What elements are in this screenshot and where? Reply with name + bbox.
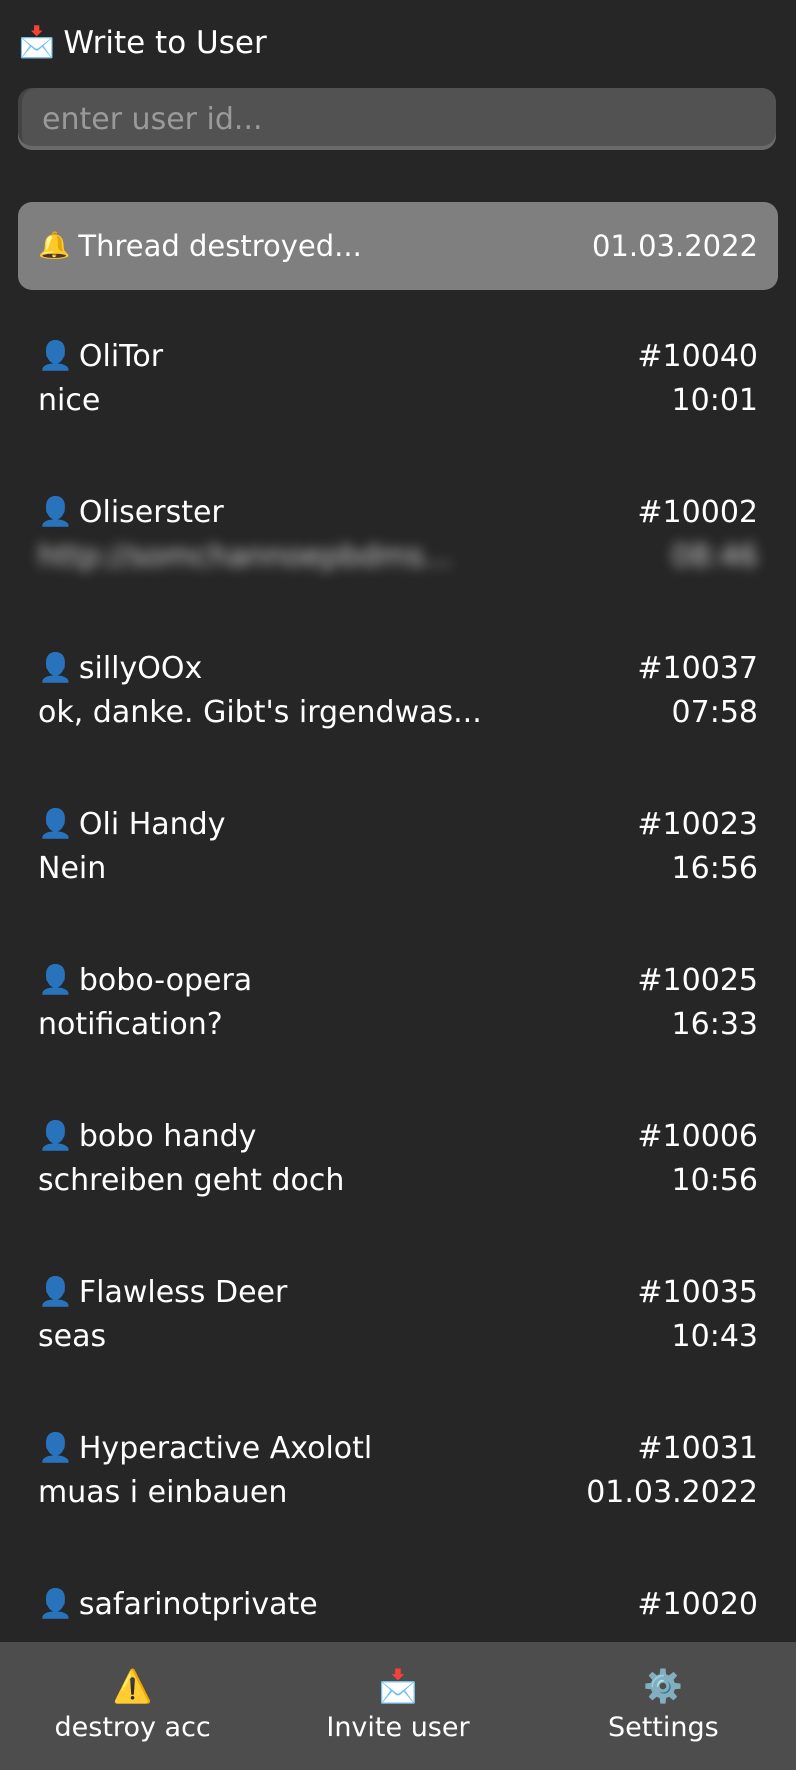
thread-row-top: 👤 OliTor #10040: [38, 320, 758, 378]
destroy-acc-label: destroy acc: [54, 1711, 211, 1743]
thread-last-message: muas i einbauen: [38, 1474, 288, 1510]
incoming-envelope-icon: 📩: [378, 1666, 418, 1705]
thread-name-wrap: 👤 bobo-opera: [38, 963, 252, 998]
thread-row-top: 👤 bobo-opera #10025: [38, 944, 758, 1002]
thread-time: 10:43: [671, 1318, 758, 1354]
thread-username: safarinotprivate: [78, 1586, 318, 1622]
thread-name-wrap: 👤 Oliserster: [38, 495, 224, 530]
thread-username: bobo handy: [78, 1118, 257, 1154]
user-icon: 👤: [38, 339, 73, 372]
invite-user-button[interactable]: 📩 Invite user: [278, 1670, 518, 1743]
page-title: Write to User: [63, 25, 267, 61]
thread-time: 10:01: [671, 382, 758, 418]
thread-last-message: schreiben geht doch: [38, 1162, 345, 1198]
thread-last-message: ok, danke. Gibt's irgendwas...: [38, 694, 482, 730]
write-to-user-header[interactable]: 📩 Write to User: [18, 20, 267, 66]
thread-item[interactable]: 👤 OliTor #10040 nice 10:01: [0, 320, 796, 476]
thread-user-id: #10002: [637, 494, 758, 530]
thread-last-message: Nein: [38, 850, 107, 886]
thread-name-wrap: 👤 safarinotprivate: [38, 1587, 318, 1622]
thread-last-message: nice: [38, 382, 101, 418]
thread-row-top: 👤 Oli Handy #10023: [38, 788, 758, 846]
notice-date: 01.03.2022: [591, 229, 758, 263]
user-icon: 👤: [38, 807, 73, 840]
notice-text: Thread destroyed...: [78, 229, 362, 263]
thread-row-bottom: seas 10:43: [38, 1314, 758, 1358]
bell-icon: 🔔: [38, 231, 71, 261]
user-icon: 👤: [38, 1119, 73, 1152]
thread-time: 08:46: [671, 538, 758, 574]
user-id-input[interactable]: [18, 88, 776, 150]
thread-name-wrap: 👤 Oli Handy: [38, 807, 225, 842]
thread-time: 16:56: [671, 850, 758, 886]
thread-username: Hyperactive Axolotl: [78, 1430, 373, 1466]
thread-row-top: 👤 sillyOOx #10037: [38, 632, 758, 690]
thread-user-id: #10025: [637, 962, 758, 998]
thread-list: 👤 OliTor #10040 nice 10:01 👤 Oliserster …: [0, 320, 796, 1724]
thread-item[interactable]: 👤 bobo handy #10006 schreiben geht doch …: [0, 1100, 796, 1256]
user-icon: 👤: [38, 495, 73, 528]
thread-time: 01.03.2022: [586, 1474, 758, 1510]
settings-button[interactable]: ⚙️ Settings: [543, 1670, 783, 1743]
thread-row-top: 👤 Oliserster #10002: [38, 476, 758, 534]
thread-last-message: notification?: [38, 1006, 223, 1042]
thread-row-top: 👤 Flawless Deer #10035: [38, 1256, 758, 1314]
thread-time: 07:58: [671, 694, 758, 730]
thread-name-wrap: 👤 Flawless Deer: [38, 1275, 287, 1310]
thread-time: 16:33: [671, 1006, 758, 1042]
notice-left: 🔔 Thread destroyed...: [38, 229, 362, 263]
thread-row-bottom: muas i einbauen 01.03.2022: [38, 1470, 758, 1514]
thread-user-id: #10020: [637, 1586, 758, 1622]
thread-destroyed-notice[interactable]: 🔔 Thread destroyed... 01.03.2022: [18, 202, 778, 290]
thread-username: OliTor: [78, 338, 164, 374]
thread-name-wrap: 👤 sillyOOx: [38, 651, 202, 686]
thread-item[interactable]: 👤 sillyOOx #10037 ok, danke. Gibt's irge…: [0, 632, 796, 788]
user-icon: 👤: [38, 1587, 73, 1620]
thread-username: sillyOOx: [78, 650, 203, 686]
user-icon: 👤: [38, 651, 73, 684]
thread-item[interactable]: 👤 Flawless Deer #10035 seas 10:43: [0, 1256, 796, 1412]
thread-item[interactable]: 👤 Hyperactive Axolotl #10031 muas i einb…: [0, 1412, 796, 1568]
thread-name-wrap: 👤 Hyperactive Axolotl: [38, 1431, 372, 1466]
thread-row-bottom: notification? 16:33: [38, 1002, 758, 1046]
thread-username: Flawless Deer: [78, 1274, 288, 1310]
thread-user-id: #10037: [637, 650, 758, 686]
thread-name-wrap: 👤 bobo handy: [38, 1119, 256, 1154]
thread-user-id: #10006: [637, 1118, 758, 1154]
thread-row-bottom: Nein 16:56: [38, 846, 758, 890]
thread-user-id: #10031: [637, 1430, 758, 1466]
bottom-nav: ⚠️ destroy acc 📩 Invite user ⚙️ Settings: [0, 1642, 796, 1770]
thread-row-bottom: ok, danke. Gibt's irgendwas... 07:58: [38, 690, 758, 734]
search-container: [18, 88, 776, 150]
thread-item[interactable]: 👤 Oliserster #10002 http://somchannoepbd…: [0, 476, 796, 632]
thread-row-top: 👤 bobo handy #10006: [38, 1100, 758, 1158]
thread-name-wrap: 👤 OliTor: [38, 339, 163, 374]
user-icon: 👤: [38, 963, 73, 996]
thread-row-bottom: nice 10:01: [38, 378, 758, 422]
thread-last-message: seas: [38, 1318, 107, 1354]
thread-item[interactable]: 👤 Oli Handy #10023 Nein 16:56: [0, 788, 796, 944]
thread-row-top: 👤 Hyperactive Axolotl #10031: [38, 1412, 758, 1470]
thread-username: bobo-opera: [78, 962, 253, 998]
thread-user-id: #10023: [637, 806, 758, 842]
user-icon: 👤: [38, 1431, 73, 1464]
thread-item[interactable]: 👤 bobo-opera #10025 notification? 16:33: [0, 944, 796, 1100]
gear-icon: ⚙️: [643, 1666, 684, 1705]
thread-row-bottom: schreiben geht doch 10:56: [38, 1158, 758, 1202]
warning-icon: ⚠️: [112, 1666, 153, 1705]
destroy-acc-button[interactable]: ⚠️ destroy acc: [13, 1670, 253, 1743]
thread-username: Oliserster: [78, 494, 224, 530]
thread-user-id: #10035: [637, 1274, 758, 1310]
thread-last-message: http://somchannoepbdms...: [38, 538, 453, 574]
settings-label: Settings: [607, 1711, 719, 1743]
app-root: 📩 Write to User 🔔 Thread destroyed... 01…: [0, 0, 796, 1770]
thread-row-bottom: http://somchannoepbdms... 08:46: [38, 534, 758, 578]
thread-row-top: 👤 safarinotprivate #10020: [38, 1568, 758, 1626]
thread-username: Oli Handy: [78, 806, 226, 842]
invite-user-label: Invite user: [326, 1711, 470, 1743]
user-icon: 👤: [38, 1275, 73, 1308]
thread-user-id: #10040: [637, 338, 758, 374]
incoming-envelope-icon: 📩: [18, 25, 56, 60]
thread-time: 10:56: [671, 1162, 758, 1198]
